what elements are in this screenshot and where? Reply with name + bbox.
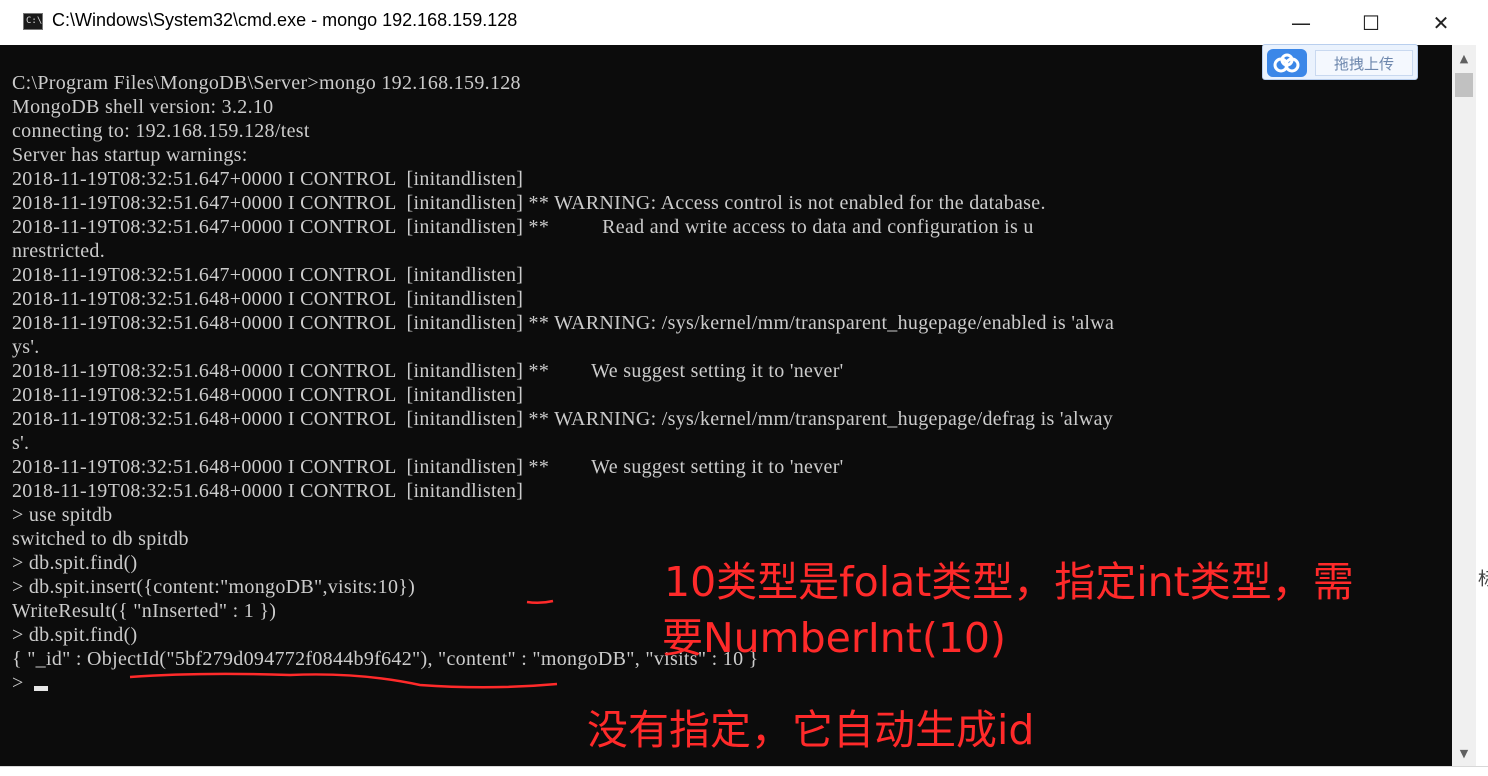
drag-upload-button[interactable]: 拖拽上传 [1315,50,1413,76]
upload-widget[interactable]: 拖拽上传 [1262,44,1418,80]
console-line: connecting to: 192.168.159.128/test [12,120,310,142]
console-line: switched to db spitdb [12,528,189,550]
title-bar[interactable]: C:\ C:\Windows\System32\cmd.exe - mongo … [0,0,1488,45]
minimize-button[interactable]: — [1266,0,1336,45]
console-line: Server has startup warnings: [12,144,248,166]
console-line: > db.spit.find() [12,624,138,646]
cmd-icon: C:\ [23,13,43,30]
scroll-up-icon[interactable]: ▲ [1452,47,1476,69]
console-line: 2018-11-19T08:32:51.648+0000 I CONTROL [… [12,480,524,502]
console-line: 2018-11-19T08:32:51.648+0000 I CONTROL [… [12,312,1115,334]
window-title: C:\Windows\System32\cmd.exe - mongo 192.… [52,10,518,30]
console-line: C:\Program Files\MongoDB\Server>mongo 19… [12,72,521,94]
background-window-edge: 标 [1476,45,1488,766]
float-note-line2: 要NumberInt(10) [662,614,1007,662]
console-line: > use spitdb [12,504,113,526]
console-line: s'. [12,432,30,454]
close-button[interactable]: ✕ [1406,0,1476,45]
console-line: 2018-11-19T08:32:51.647+0000 I CONTROL [… [12,264,524,286]
console-line: 2018-11-19T08:32:51.647+0000 I CONTROL [… [12,168,524,190]
console-line: { "_id" : ObjectId("5bf279d094772f0844b9… [12,648,759,670]
console-line: nrestricted. [12,240,106,262]
scroll-thumb[interactable] [1455,73,1473,97]
console-line: 2018-11-19T08:32:51.647+0000 I CONTROL [… [12,192,1046,214]
float-note-line1: 10类型是folat类型，指定int类型，需 [664,558,1354,606]
console-line: 2018-11-19T08:32:51.648+0000 I CONTROL [… [12,288,524,310]
console-line: MongoDB shell version: 3.2.10 [12,96,274,118]
console-line: > db.spit.insert({content:"mongoDB",visi… [12,576,416,598]
background-window-bottom [0,766,1488,776]
console-line: ys'. [12,336,40,358]
console-line: > db.spit.find() [12,552,138,574]
edge-glyph: 标 [1478,569,1488,590]
console-line: 2018-11-19T08:32:51.647+0000 I CONTROL [… [12,216,1034,238]
scroll-down-icon[interactable]: ▼ [1452,742,1476,764]
console-line: 2018-11-19T08:32:51.648+0000 I CONTROL [… [12,384,524,406]
text-cursor [34,686,48,691]
vertical-scrollbar[interactable]: ▲ ▼ [1452,45,1476,766]
console-line: 2018-11-19T08:32:51.648+0000 I CONTROL [… [12,456,844,478]
baidu-cloud-icon [1267,49,1307,77]
console-line: > [12,672,24,694]
maximize-button[interactable]: ☐ [1336,0,1406,45]
console-line: 2018-11-19T08:32:51.648+0000 I CONTROL [… [12,408,1114,430]
console-line: 2018-11-19T08:32:51.648+0000 I CONTROL [… [12,360,844,382]
id-note: 没有指定，它自动生成id [587,706,1035,754]
console-line: WriteResult({ "nInserted" : 1 }) [12,600,277,622]
